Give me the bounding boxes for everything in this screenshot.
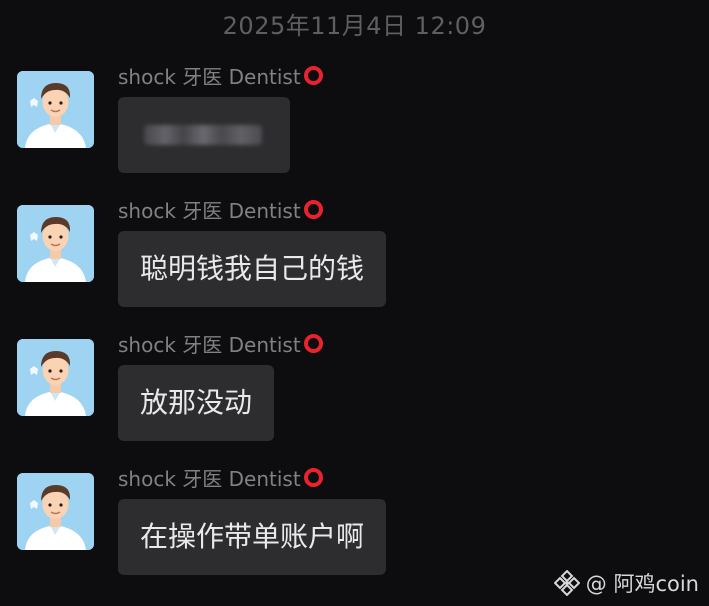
red-ring-badge-icon [303,66,323,85]
message-bubble[interactable]: 在操作带单账户啊 [118,499,387,575]
sender-name: shock 牙医 Dentist [118,61,323,90]
dentist-avatar-icon [17,71,94,148]
avatar[interactable] [17,71,94,148]
sender-label: shock 牙医 Dentist [118,199,301,223]
sender-label: shock 牙医 Dentist [118,65,301,89]
message-bubble[interactable] [118,97,290,173]
avatar[interactable] [17,473,94,550]
dentist-avatar-icon [17,339,94,416]
red-ring-badge-icon [303,200,323,219]
message-bubble[interactable]: 放那没动 [118,365,275,441]
binance-logo-icon [553,570,580,596]
sender-name: shock 牙医 Dentist [118,329,323,358]
watermark-text: @ 阿鸡coin [585,572,699,596]
avatar[interactable] [17,205,94,282]
dentist-avatar-icon [17,205,94,282]
sender-name: shock 牙医 Dentist [118,463,323,492]
dentist-avatar-icon [17,473,94,550]
red-ring-badge-icon [303,468,323,487]
blurred-content [144,125,262,145]
sender-label: shock 牙医 Dentist [118,333,301,357]
watermark: @ 阿鸡coin [553,568,699,598]
message-bubble[interactable]: 聪明钱我自己的钱 [118,231,387,307]
chat-timestamp: 2025年11月4日 12:09 [222,12,487,40]
sender-label: shock 牙医 Dentist [118,467,301,491]
red-ring-badge-icon [303,334,323,353]
sender-name: shock 牙医 Dentist [118,195,323,224]
avatar[interactable] [17,339,94,416]
